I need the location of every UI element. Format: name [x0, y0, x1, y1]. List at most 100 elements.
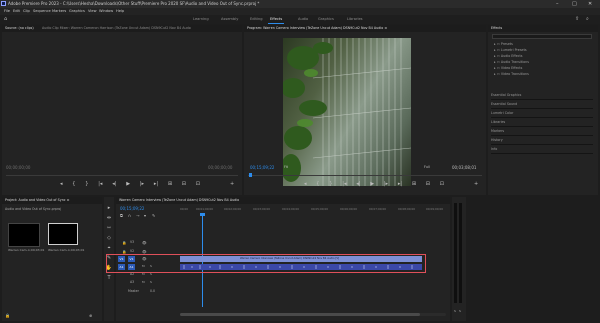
source-patch-a1[interactable]: A1 [118, 264, 125, 270]
workspace-assembly[interactable]: Assembly [221, 15, 238, 24]
track-label-a3[interactable]: A3 [130, 280, 134, 284]
export-frame-icon[interactable]: ⊡ [440, 181, 444, 189]
search-icon[interactable]: ⌕ [586, 16, 589, 22]
menu-markers[interactable]: Markers [52, 8, 66, 15]
solo-right-button[interactable]: S [459, 309, 461, 313]
eye-icon[interactable]: 👁 [142, 240, 147, 246]
solo-left-button[interactable]: S [454, 309, 456, 313]
lock-icon[interactable]: 🔒 [122, 240, 126, 246]
menu-edit[interactable]: Edit [13, 8, 20, 15]
tab-effects[interactable]: Effects [491, 25, 502, 32]
mark-out-icon[interactable]: } [329, 181, 332, 189]
panel-essential-sound[interactable]: Essential Sound [491, 100, 593, 109]
mark-in-icon[interactable]: { [72, 181, 75, 189]
master-volume[interactable]: 0.0 [150, 289, 155, 293]
tab-source[interactable]: Source: (no clips) [5, 25, 34, 32]
tab-sequence[interactable]: Warren Camero Interview (TeZone Uncut Ad… [119, 197, 239, 204]
scrollbar-thumb[interactable] [180, 313, 420, 316]
insert-icon[interactable]: ⊞ [168, 181, 172, 189]
nest-icon[interactable]: ⧉ [120, 213, 123, 219]
workspace-libraries[interactable]: Libraries [347, 15, 363, 24]
solo-button[interactable]: S [150, 272, 152, 276]
menu-graphics[interactable]: Graphics [69, 8, 85, 15]
eye-icon[interactable]: 👁 [142, 256, 147, 262]
track-label-a1[interactable]: A1 [128, 264, 135, 270]
zoom-level-select[interactable]: Fit [284, 165, 288, 169]
play-icon[interactable]: ▶ [126, 181, 130, 189]
step-forward-icon[interactable]: |▸ [384, 181, 388, 189]
effects-search-input[interactable] [492, 34, 592, 39]
workspace-learning[interactable]: Learning [193, 15, 209, 24]
menu-clip[interactable]: Clip [23, 8, 30, 15]
video-clip[interactable]: Warren Camero Interview (TeZone Uncut Ad… [180, 256, 422, 262]
timeline-timecode[interactable]: 00;15;09;22 [120, 206, 144, 211]
maximize-button[interactable]: □ [572, 0, 577, 8]
playback-resolution-select[interactable]: Full [424, 165, 430, 169]
export-frame-icon[interactable]: ⊡ [196, 181, 200, 189]
effects-folder-video-transitions[interactable]: ▸ ▭ Video Transitions [494, 71, 529, 77]
source-scrubber[interactable] [6, 175, 238, 176]
panel-libraries[interactable]: Libraries [491, 118, 593, 127]
workspace-editing[interactable]: Editing [250, 15, 263, 24]
timeline-horizontal-scrollbar[interactable] [180, 313, 446, 316]
go-to-in-icon[interactable]: |◂ [342, 181, 346, 189]
add-marker-icon[interactable]: ◂ [304, 181, 307, 189]
program-add-button-icon[interactable]: + [474, 181, 478, 187]
go-to-in-icon[interactable]: |◂ [98, 181, 102, 189]
tab-audio-clip-mixer[interactable]: Audio Clip Mixer: Warren Cameron Harriso… [42, 25, 238, 32]
settings-icon[interactable]: ✎ [152, 213, 155, 219]
lift-icon[interactable]: ⊞ [412, 181, 416, 189]
track-label-v3[interactable]: V3 [130, 240, 134, 244]
workspace-graphics[interactable]: Graphics [318, 15, 334, 24]
panel-markers[interactable]: Markers [491, 127, 593, 136]
tab-program[interactable]: Program: Warren Camero Interview (TeZone… [247, 25, 483, 32]
menu-window[interactable]: Window [99, 8, 113, 15]
tab-project[interactable]: Project: Audio and Video Out of Sync ≡ [5, 197, 95, 204]
linked-selection-icon[interactable]: ⊸ [136, 213, 139, 219]
selection-tool-icon[interactable]: ▸ [105, 205, 113, 211]
track-select-tool-icon[interactable]: ⇹ [105, 215, 113, 221]
mark-in-icon[interactable]: { [316, 181, 319, 189]
project-item-thumbnail-2[interactable] [48, 223, 78, 245]
panel-info[interactable]: Info [491, 145, 593, 154]
play-icon[interactable]: ▶ [370, 181, 374, 189]
playhead-handle[interactable] [200, 213, 205, 216]
home-icon[interactable]: ⌂ [4, 16, 7, 22]
mute-button[interactable]: M [142, 272, 145, 276]
program-timecode[interactable]: 00;15;09;22 [250, 165, 274, 170]
panel-lumetri-color[interactable]: Lumetri Color [491, 109, 593, 118]
new-item-icon[interactable]: ⊕ [89, 313, 92, 319]
step-forward-icon[interactable]: |▸ [140, 181, 144, 189]
close-button[interactable]: ✕ [588, 0, 592, 8]
source-patch-v1[interactable]: V1 [118, 256, 125, 262]
solo-button[interactable]: S [150, 280, 152, 284]
project-item-thumbnail-1[interactable] [8, 223, 40, 247]
time-ruler[interactable]: 00;00 00;01;00;00 00;02;00;00 00;03;00;0… [180, 207, 446, 217]
menu-help[interactable]: Help [116, 8, 124, 15]
track-label-v2[interactable]: V2 [130, 249, 134, 253]
razor-tool-icon[interactable]: ◇ [105, 235, 113, 241]
source-add-button-icon[interactable]: + [230, 181, 234, 187]
go-to-out-icon[interactable]: ▸| [154, 181, 158, 189]
step-back-icon[interactable]: ◂| [356, 181, 360, 189]
go-to-out-icon[interactable]: ▸| [398, 181, 402, 189]
program-playhead[interactable] [249, 173, 252, 177]
track-label-a2[interactable]: A2 [130, 272, 134, 276]
minimize-button[interactable]: – [556, 0, 559, 8]
workspace-audio[interactable]: Audio [298, 15, 308, 24]
snap-icon[interactable]: ∩ [128, 213, 131, 219]
panel-essential-graphics[interactable]: Essential Graphics [491, 91, 593, 100]
menu-view[interactable]: View [88, 8, 97, 15]
add-marker-icon[interactable]: ▾ [144, 213, 146, 219]
track-label-v1[interactable]: V1 [128, 256, 135, 262]
overwrite-icon[interactable]: ⊟ [182, 181, 186, 189]
solo-button[interactable]: S [150, 264, 152, 268]
menu-sequence[interactable]: Sequence [33, 8, 51, 15]
panel-history[interactable]: History [491, 136, 593, 145]
program-scrubber[interactable] [248, 175, 482, 176]
audio-clip[interactable] [180, 264, 422, 270]
step-back-icon[interactable]: ◂| [112, 181, 116, 189]
ripple-edit-tool-icon[interactable]: ⇿ [105, 225, 113, 231]
lock-icon[interactable]: 🔒 [5, 313, 10, 319]
share-icon[interactable]: ⇪ [575, 16, 579, 22]
